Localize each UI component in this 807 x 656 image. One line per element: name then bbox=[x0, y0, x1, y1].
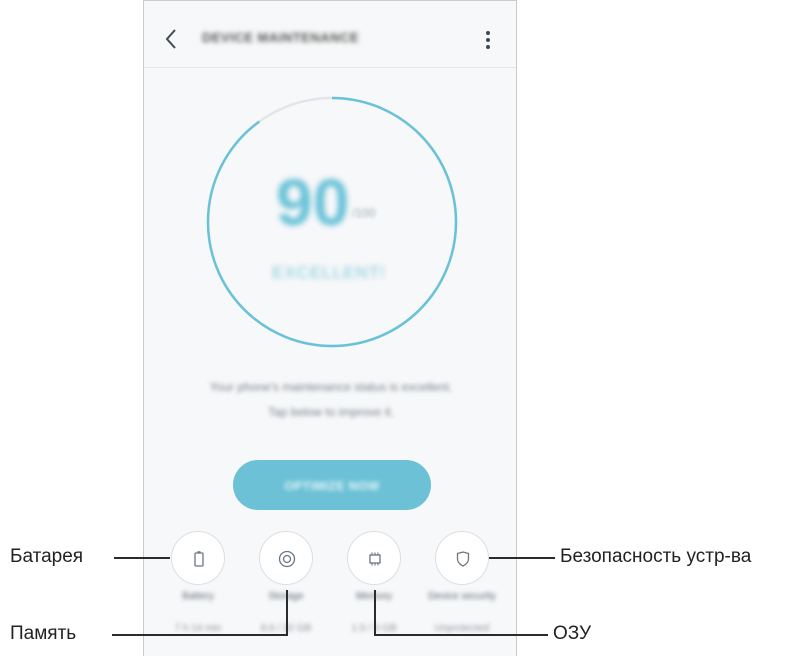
maintenance-score: 90 bbox=[276, 165, 350, 239]
score-unit: /100 bbox=[352, 206, 376, 220]
shield-icon bbox=[456, 551, 470, 567]
device-security-label: Device security bbox=[428, 591, 496, 602]
optimize-now-button[interactable]: OPTIMIZE NOW bbox=[233, 460, 431, 510]
callout-security: Безопасность устр-ва bbox=[560, 546, 752, 567]
battery-icon bbox=[194, 551, 204, 567]
callout-memory: ОЗУ bbox=[553, 623, 592, 644]
callout-memory-leader bbox=[374, 590, 376, 636]
optimize-now-label: OPTIMIZE NOW bbox=[284, 478, 380, 493]
page-title: DEVICE MAINTENANCE bbox=[202, 30, 360, 45]
callout-battery: Батарея bbox=[10, 546, 84, 567]
storage-button[interactable] bbox=[259, 531, 313, 585]
more-options-icon[interactable] bbox=[486, 31, 490, 49]
app-bar-divider bbox=[144, 67, 516, 68]
battery-value: 7 h 14 min bbox=[174, 623, 222, 634]
battery-label: Battery bbox=[182, 591, 214, 602]
callout-security-line bbox=[489, 557, 555, 559]
description-line-1: Your phone's maintenance status is excel… bbox=[209, 380, 453, 394]
app-bar: DEVICE MAINTENANCE bbox=[144, 1, 516, 67]
status-text: EXCELLENT! bbox=[272, 263, 386, 282]
device-security-value: Unprotected bbox=[434, 623, 490, 634]
storage-icon bbox=[278, 550, 296, 568]
callout-memory-line bbox=[374, 634, 548, 636]
phone-screen: DEVICE MAINTENANCE 90 /100 EXCELLENT! Yo… bbox=[143, 0, 517, 656]
memory-button[interactable] bbox=[347, 531, 401, 585]
battery-button[interactable] bbox=[171, 531, 225, 585]
callout-storage-line bbox=[112, 634, 287, 636]
back-arrow-icon[interactable] bbox=[164, 27, 178, 51]
description-line-2: Tap below to improve it. bbox=[267, 405, 395, 419]
memory-chip-icon bbox=[369, 552, 381, 566]
callout-storage-leader bbox=[286, 590, 288, 636]
callout-storage: Память bbox=[10, 623, 77, 644]
callout-battery-line bbox=[114, 557, 170, 559]
device-security-button[interactable] bbox=[435, 531, 489, 585]
